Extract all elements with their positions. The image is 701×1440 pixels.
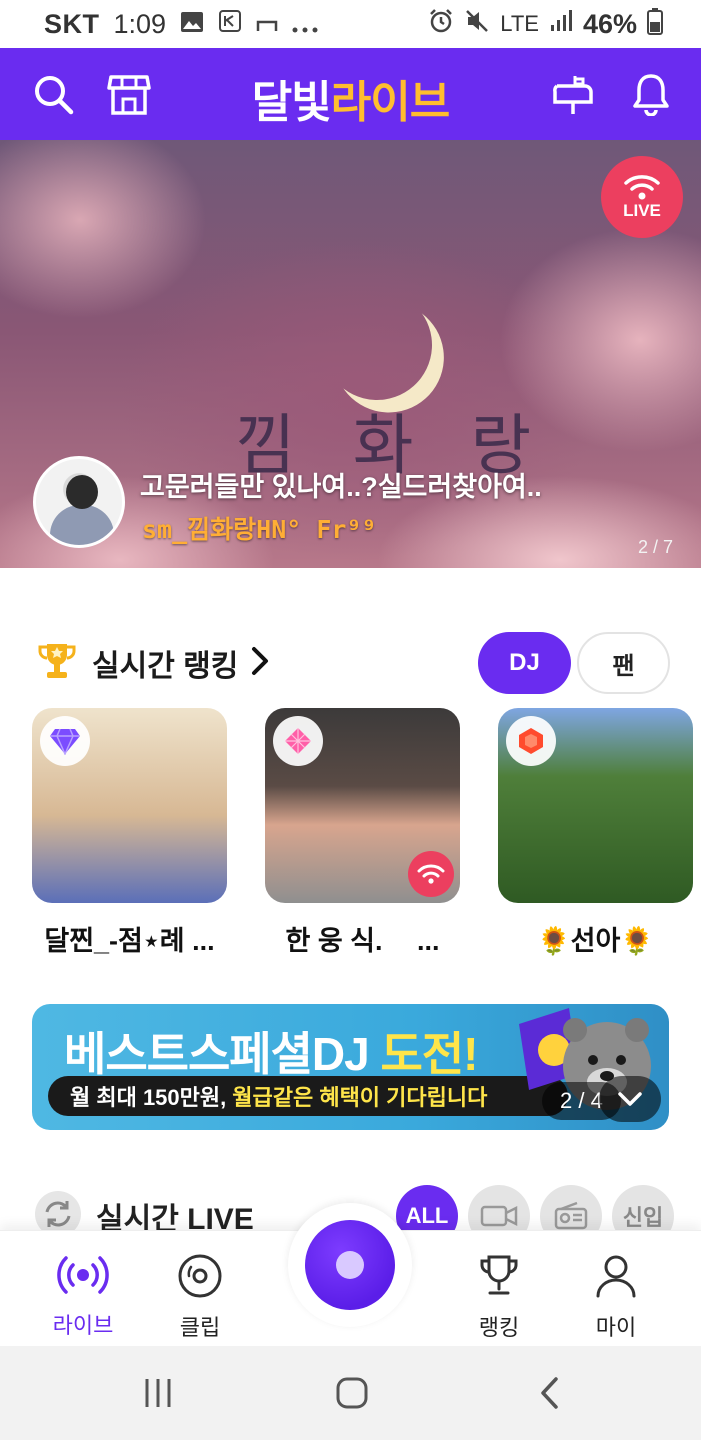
dj-avatar[interactable] xyxy=(33,456,125,548)
broadcast-icon xyxy=(624,175,660,200)
mute-icon xyxy=(464,8,490,41)
nav-ranking[interactable]: 랭킹 xyxy=(454,1253,544,1342)
ranking-thumbnail xyxy=(498,708,693,903)
ranking-type-toggle: DJ 팬 xyxy=(478,632,670,694)
ruby-grade-icon xyxy=(506,716,556,766)
promo-subtitle-highlight: 월급같은 혜택이 기다립니다 xyxy=(232,1085,488,1110)
diamond-grade-icon xyxy=(40,716,90,766)
nav-live-label: 라이브 xyxy=(52,1313,114,1338)
promo-title-main: 베스트스페셜DJ xyxy=(64,1028,381,1080)
signal-icon xyxy=(549,9,573,40)
gallery-notification-icon xyxy=(180,9,204,40)
nav-my[interactable]: 마이 xyxy=(571,1253,661,1342)
fan-tab[interactable]: 팬 xyxy=(577,632,670,694)
ranking-card[interactable]: 🌻선아🌻 xyxy=(498,708,693,958)
battery-icon xyxy=(647,7,663,42)
alarm-icon xyxy=(428,8,454,41)
clock: 1:09 xyxy=(113,8,167,39)
ranking-dj-name: 한 웅 식. ... xyxy=(285,926,440,956)
live-broadcast-icon xyxy=(57,1256,109,1294)
notification-bell-icon[interactable] xyxy=(628,71,674,117)
nav-live[interactable]: 라이브 xyxy=(38,1253,128,1340)
chevron-right-icon[interactable] xyxy=(250,646,270,681)
home-icon[interactable] xyxy=(332,1376,372,1410)
banner-page-indicator: 2 / 7 xyxy=(637,537,673,557)
network-type-label: LTE xyxy=(500,11,539,36)
promo-banner[interactable]: 베스트스페셜DJ 도전! 월 최대 150만원, 월급같은 혜택이 기다립니다 2… xyxy=(32,1004,669,1130)
start-broadcast-button[interactable] xyxy=(305,1220,395,1310)
ranking-dj-name: 🌻선아🌻 xyxy=(537,926,654,956)
pink-gem-grade-icon xyxy=(273,716,323,766)
live-badge: LIVE xyxy=(601,156,683,238)
chevron-down-icon[interactable] xyxy=(599,1076,661,1122)
battery-percent: 46% xyxy=(582,8,637,39)
nav-clip-label: 클립 xyxy=(179,1315,221,1340)
system-navigation-bar xyxy=(0,1346,701,1440)
dj-tab[interactable]: DJ xyxy=(478,632,571,694)
user-icon xyxy=(596,1255,636,1298)
broadcast-fab[interactable] xyxy=(288,1203,412,1327)
bottom-navigation: 라이브 클립 랭킹 마이 xyxy=(0,1203,701,1346)
trophy-icon xyxy=(36,641,78,686)
more-notifications-icon xyxy=(292,9,318,40)
ranking-dj-name: 달찐_-점⋆례 ... xyxy=(44,926,215,956)
ranking-card[interactable]: 달찐_-점⋆례 ... xyxy=(32,708,227,958)
promo-subtitle: 월 최대 150만원, 월급같은 혜택이 기다립니다 xyxy=(48,1076,568,1116)
logo-part-white: 달빛 xyxy=(251,78,332,127)
recent-apps-icon[interactable] xyxy=(138,1376,178,1410)
app-notification-icon xyxy=(218,9,242,40)
cast-notification-icon xyxy=(256,9,278,40)
logo-part-orange: 라이브 xyxy=(330,78,450,127)
moon-illustration xyxy=(315,283,439,407)
ranking-title[interactable]: 실시간 랭킹 xyxy=(92,641,238,685)
nav-ranking-label: 랭킹 xyxy=(478,1315,520,1340)
realtime-ranking-header: 실시간 랭킹 DJ 팬 xyxy=(36,632,670,694)
ranking-card[interactable]: 한 웅 식. ... xyxy=(265,708,460,958)
mailbox-icon[interactable] xyxy=(550,71,596,117)
disc-icon xyxy=(178,1254,222,1298)
dj-name: sm_낌화랑HN° Fr⁹⁹ xyxy=(142,515,377,544)
featured-live-banner[interactable]: 낌 화 랑 LIVE 고문러들만 있나여..?실드러찾아여.. sm_낌화랑HN… xyxy=(0,140,701,568)
ranking-card-list: 달찐_-점⋆례 ... 한 웅 식. ... 🌻선아🌻 xyxy=(32,708,701,968)
promo-title: 베스트스페셜DJ 도전! xyxy=(64,1018,479,1084)
carrier-label: SKT xyxy=(44,8,100,39)
back-icon[interactable] xyxy=(530,1376,570,1410)
nav-clip[interactable]: 클립 xyxy=(155,1253,245,1342)
ranking-thumbnail xyxy=(32,708,227,903)
nav-my-label: 마이 xyxy=(595,1315,637,1340)
promo-title-highlight: 도전! xyxy=(380,1028,479,1080)
live-badge-label: LIVE xyxy=(623,201,661,220)
status-bar: SKT 1:09 LTE 46% xyxy=(0,0,701,48)
promo-subtitle-main: 월 최대 150만원, xyxy=(70,1085,227,1110)
ranking-thumbnail xyxy=(265,708,460,903)
trophy-outline-icon xyxy=(480,1255,518,1295)
on-air-icon xyxy=(408,851,454,897)
top-app-bar: 달빛라이브 xyxy=(0,48,701,140)
broadcast-title: 고문러들만 있나여..?실드러찾아여.. xyxy=(140,472,542,502)
